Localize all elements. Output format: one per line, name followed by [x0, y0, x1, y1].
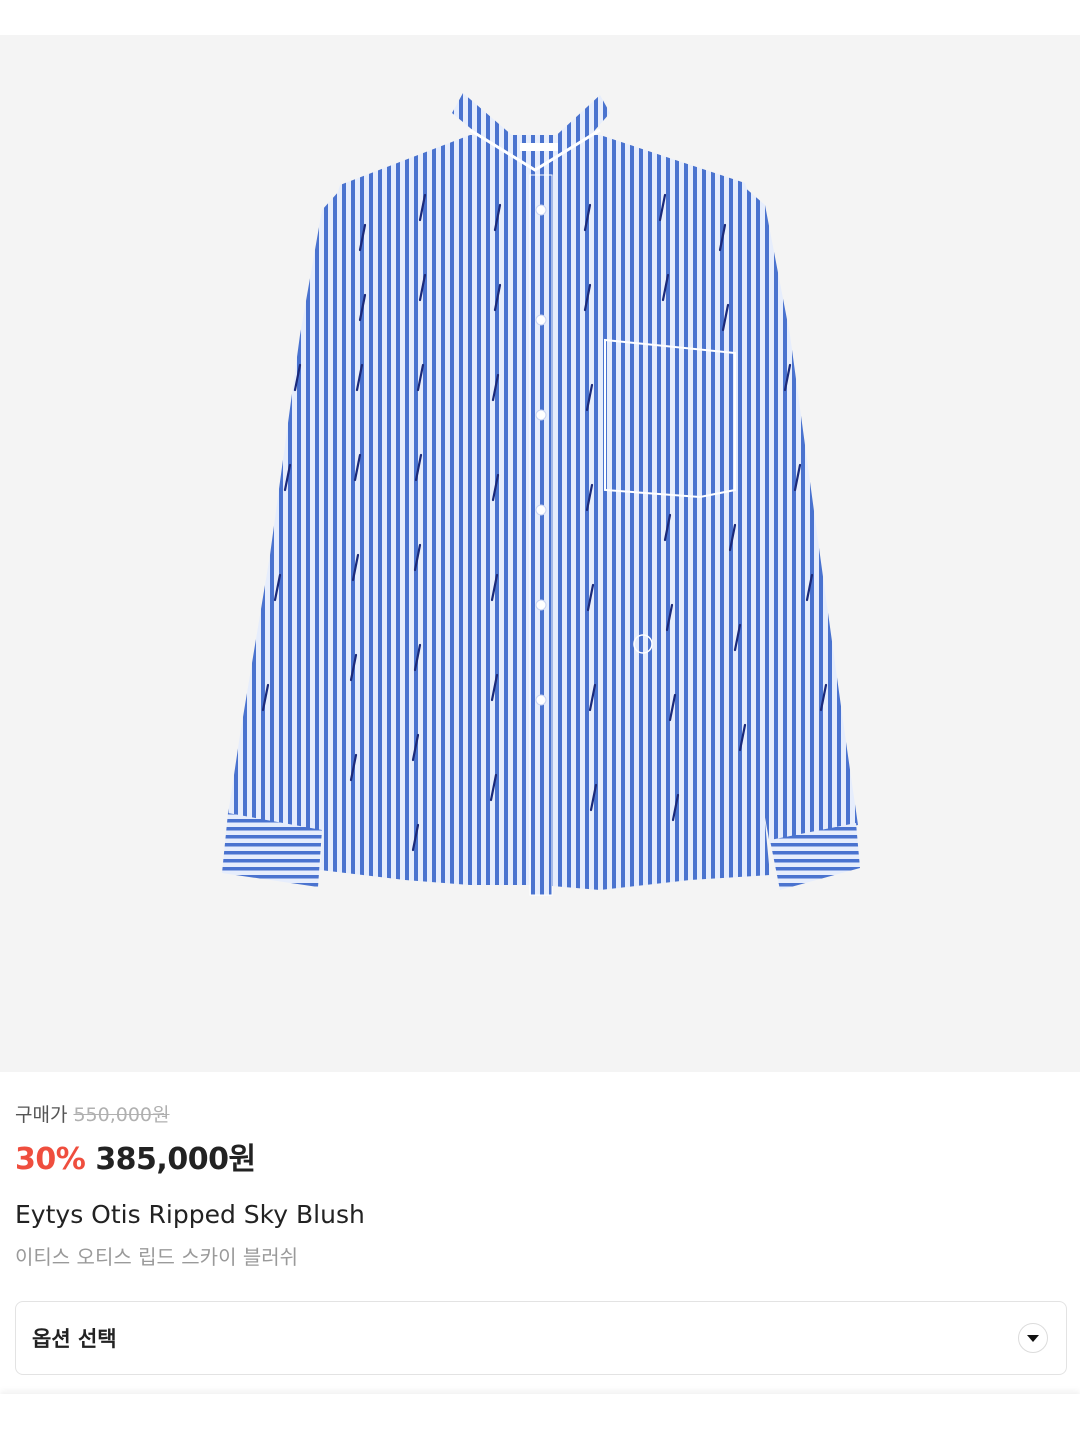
top-bar	[0, 0, 1080, 35]
product-name-english: Eytys Otis Ripped Sky Blush	[15, 1200, 365, 1229]
discount-rate: 30%	[15, 1142, 86, 1177]
placket	[529, 174, 553, 896]
bottom-bar	[0, 1394, 1080, 1440]
product-name-korean: 이티스 오티스 립드 스카이 블러쉬	[15, 1245, 299, 1269]
product-image[interactable]	[0, 35, 1080, 1072]
shirt-illustration	[222, 93, 860, 896]
product-detail-page: 구매가 550,000원 30% 385,000원 Eytys Otis Rip…	[0, 0, 1080, 1440]
sale-price: 385,000원	[95, 1142, 256, 1177]
brand-label	[520, 143, 558, 151]
price-section: 구매가 550,000원 30% 385,000원	[15, 1100, 1065, 1178]
chevron-down-icon[interactable]	[1018, 1323, 1048, 1353]
original-price: 550,000원	[73, 1104, 170, 1126]
option-select-label: 옵션 선택	[32, 1327, 117, 1351]
option-select-dropdown[interactable]: 옵션 선택	[15, 1301, 1067, 1375]
purchase-row: 구매가 550,000원	[15, 1100, 1065, 1132]
purchase-label: 구매가	[15, 1104, 68, 1126]
sale-row: 30% 385,000원	[15, 1134, 1065, 1178]
